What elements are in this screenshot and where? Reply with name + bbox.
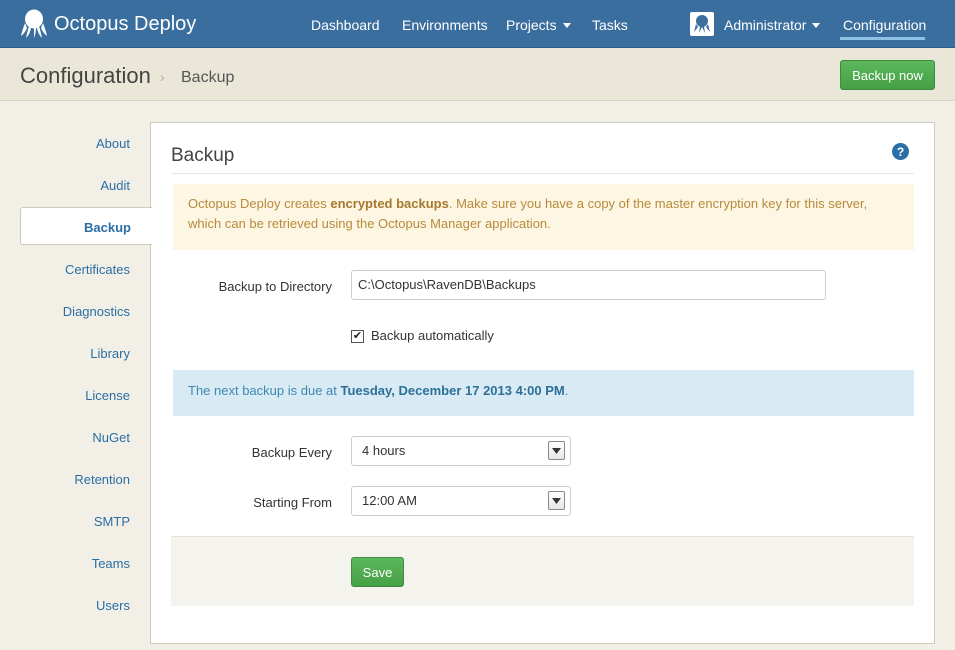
sidebar-item-audit[interactable]: Audit — [100, 178, 130, 193]
checkmark-icon: ✔ — [352, 330, 363, 342]
backup-directory-input[interactable]: C:\Octopus\RavenDB\Backups — [351, 270, 826, 300]
starting-from-value: 12:00 AM — [362, 493, 417, 508]
starting-from-label: Starting From — [253, 495, 332, 510]
sidebar-item-teams[interactable]: Teams — [92, 556, 130, 571]
backup-every-select[interactable]: 4 hours — [351, 436, 571, 466]
brand[interactable]: Octopus Deploy — [20, 9, 196, 39]
octopus-avatar-icon — [694, 15, 710, 33]
warning-text-prefix: Octopus Deploy creates — [188, 196, 331, 211]
panel-title: Backup — [171, 145, 235, 166]
nav-user-menu[interactable]: Administrator — [724, 17, 821, 33]
backup-automatically-label[interactable]: Backup automatically — [371, 328, 494, 343]
starting-from-select[interactable]: 12:00 AM — [351, 486, 571, 516]
sidebar-item-library[interactable]: Library — [90, 346, 130, 361]
sidebar-item-license[interactable]: License — [85, 388, 130, 403]
encryption-warning: Octopus Deploy creates encrypted backups… — [173, 184, 914, 250]
user-name: Administrator — [724, 17, 807, 33]
divider — [171, 173, 914, 174]
nav-dashboard[interactable]: Dashboard — [311, 17, 380, 33]
nav-configuration[interactable]: Configuration — [843, 17, 926, 33]
help-icon[interactable]: ? — [892, 143, 909, 160]
save-button[interactable]: Save — [351, 557, 404, 587]
form-actions: Save — [171, 536, 914, 606]
sidebar-item-retention[interactable]: Retention — [74, 472, 130, 487]
directory-label: Backup to Directory — [218, 279, 332, 294]
top-navbar: Octopus Deploy Dashboard Environments Pr… — [0, 0, 955, 48]
octopus-logo-icon — [21, 9, 47, 38]
warning-emphasis: encrypted backups — [330, 196, 449, 211]
breadcrumb-chevron-icon: › — [160, 69, 165, 85]
sidebar-item-nuget[interactable]: NuGet — [92, 430, 130, 445]
chevron-down-icon — [548, 491, 565, 510]
sidebar-item-certificates[interactable]: Certificates — [65, 262, 130, 277]
nav-projects-label: Projects — [506, 17, 557, 33]
breadcrumb-current: Backup — [181, 69, 235, 86]
backup-panel: Backup ? Octopus Deploy creates encrypte… — [150, 122, 935, 644]
next-backup-time: Tuesday, December 17 2013 4:00 PM — [340, 383, 565, 398]
chevron-down-icon — [812, 22, 821, 28]
backup-now-button[interactable]: Backup now — [840, 60, 935, 90]
sidebar-item-smtp[interactable]: SMTP — [94, 514, 130, 529]
page-header: Configuration › Backup Backup now — [0, 48, 955, 101]
backup-automatically-checkbox[interactable]: ✔ — [351, 330, 364, 343]
brand-name: Octopus Deploy — [54, 12, 197, 35]
next-backup-prefix: The next backup is due at — [188, 383, 341, 398]
active-nav-indicator — [840, 37, 925, 40]
next-backup-suffix: . — [564, 383, 569, 398]
backup-every-value: 4 hours — [362, 443, 406, 458]
chevron-down-icon — [562, 22, 571, 28]
sidebar-item-about[interactable]: About — [96, 136, 130, 151]
sidebar-item-backup[interactable]: Backup — [20, 207, 152, 245]
sidebar-item-diagnostics[interactable]: Diagnostics — [63, 304, 130, 319]
page-title[interactable]: Configuration — [20, 63, 151, 89]
user-avatar[interactable] — [690, 12, 714, 36]
sidebar-item-users[interactable]: Users — [96, 598, 130, 613]
nav-projects[interactable]: Projects — [506, 17, 571, 33]
chevron-down-icon — [548, 441, 565, 460]
backup-every-label: Backup Every — [251, 445, 332, 460]
sidebar-item-label: Backup — [84, 220, 131, 235]
next-backup-info: The next backup is due at Tuesday, Decem… — [173, 370, 914, 416]
nav-tasks[interactable]: Tasks — [592, 17, 628, 33]
nav-environments[interactable]: Environments — [402, 17, 488, 33]
